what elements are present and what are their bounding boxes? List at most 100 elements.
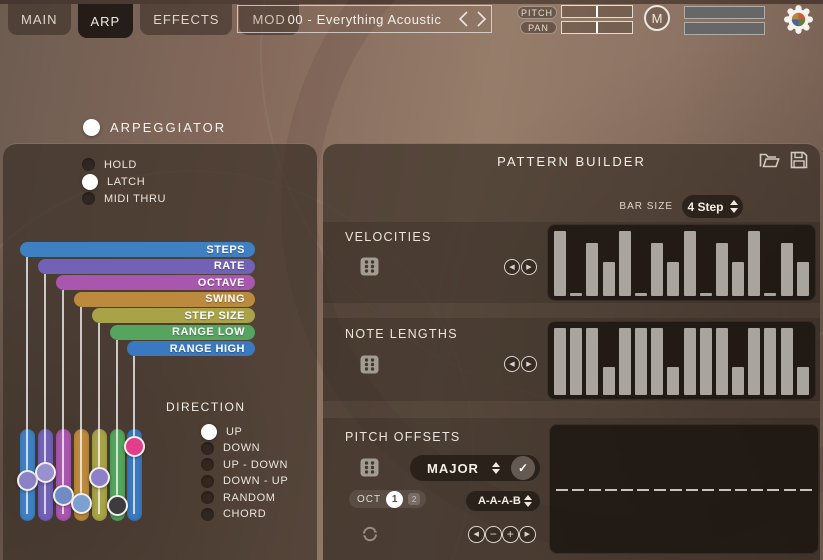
note-lengths-randomize-dice-icon[interactable]: [360, 355, 379, 374]
note-lengths-shift-right-button[interactable]: ▶: [521, 356, 537, 372]
pitch-offset-step[interactable]: [751, 489, 763, 492]
direction-option-down[interactable]: DOWN: [201, 440, 260, 457]
velocity-step[interactable]: [732, 262, 744, 296]
load-pattern-folder-icon[interactable]: [759, 151, 780, 169]
pitch-offset-step[interactable]: [670, 489, 682, 492]
direction-option-down-up[interactable]: DOWN - UP: [201, 473, 288, 490]
param-slider-thumb-rate[interactable]: [35, 462, 56, 483]
pitch-offset-step[interactable]: [767, 489, 779, 492]
direction-radio-down-up[interactable]: [201, 475, 214, 488]
velocity-step[interactable]: [684, 231, 696, 296]
velocities-shift-right-button[interactable]: ▶: [521, 259, 537, 275]
velocity-step[interactable]: [570, 293, 582, 296]
direction-radio-up-down[interactable]: [201, 458, 214, 471]
settings-gear-icon[interactable]: [782, 3, 815, 36]
note-length-step[interactable]: [554, 328, 566, 395]
toggle-latch[interactable]: LATCH: [82, 173, 145, 190]
note-length-step[interactable]: [603, 367, 615, 395]
pitch-offset-step[interactable]: [654, 489, 666, 492]
note-length-step[interactable]: [797, 367, 809, 395]
note-length-step[interactable]: [748, 328, 760, 395]
note-length-step[interactable]: [781, 328, 793, 395]
pitch-offsets-step-graph[interactable]: [550, 425, 818, 553]
param-slider-thumb-step-size[interactable]: [89, 467, 110, 488]
pitch-offset-step[interactable]: [719, 489, 731, 492]
velocity-step[interactable]: [603, 262, 615, 296]
pitch-offset-step[interactable]: [556, 489, 568, 492]
octave-selector[interactable]: OCT 1 2: [349, 490, 426, 508]
preset-next-icon[interactable]: [474, 10, 488, 28]
bar-size-dropdown[interactable]: 4 Step: [682, 195, 743, 218]
velocity-step[interactable]: [554, 231, 566, 296]
oct-option-2[interactable]: 2: [408, 493, 420, 505]
note-length-step[interactable]: [619, 328, 631, 395]
note-length-step[interactable]: [732, 367, 744, 395]
variation-spinner-icon[interactable]: [524, 495, 532, 508]
velocity-step[interactable]: [651, 243, 663, 296]
note-length-step[interactable]: [651, 328, 663, 395]
param-slider-thumb-range-high[interactable]: [124, 436, 145, 457]
note-length-step[interactable]: [716, 328, 728, 395]
note-length-step[interactable]: [764, 328, 776, 395]
pitch-offset-step[interactable]: [621, 489, 633, 492]
note-lengths-shift-left-button[interactable]: ◀: [504, 356, 520, 372]
pitch-offset-step[interactable]: [605, 489, 617, 492]
tab-main[interactable]: MAIN: [8, 4, 71, 35]
direction-radio-down[interactable]: [201, 442, 214, 455]
toggle-hold[interactable]: HOLD: [82, 156, 137, 173]
direction-option-up[interactable]: UP: [201, 423, 242, 440]
toggle-circle-latch[interactable]: [82, 174, 98, 190]
velocities-shift-left-button[interactable]: ◀: [504, 259, 520, 275]
pan-slider-handle[interactable]: [596, 22, 598, 33]
preset-prev-icon[interactable]: [457, 10, 471, 28]
pitch-shift-right-button[interactable]: ▶: [519, 526, 536, 543]
note-length-step[interactable]: [570, 328, 582, 395]
pitch-offset-step[interactable]: [686, 489, 698, 492]
pitch-offset-step[interactable]: [589, 489, 601, 492]
preset-selector[interactable]: 00 - Everything Acoustic: [237, 5, 492, 33]
toggle-midi-thru[interactable]: MIDI THRU: [82, 190, 166, 207]
pitch-offsets-randomize-dice-icon[interactable]: [360, 458, 379, 477]
note-length-step[interactable]: [586, 328, 598, 395]
toggle-circle-midi-thru[interactable]: [82, 192, 95, 205]
pitch-slider-handle[interactable]: [596, 6, 598, 17]
pitch-offset-step[interactable]: [572, 489, 584, 492]
note-length-step[interactable]: [700, 328, 712, 395]
scale-spinner-icon[interactable]: [492, 462, 500, 475]
apply-scale-check-button[interactable]: ✓: [511, 456, 535, 480]
velocity-step[interactable]: [667, 262, 679, 296]
bar-size-spinner-icon[interactable]: [730, 200, 738, 213]
note-length-step[interactable]: [684, 328, 696, 395]
pan-slider[interactable]: [561, 21, 633, 34]
velocity-step[interactable]: [748, 231, 760, 296]
pitch-offset-step[interactable]: [702, 489, 714, 492]
pitch-shift-left-button[interactable]: ◀: [468, 526, 485, 543]
pitch-offset-step[interactable]: [800, 489, 812, 492]
velocity-step[interactable]: [781, 243, 793, 296]
pitch-decrement-button[interactable]: −: [485, 526, 502, 543]
direction-radio-chord[interactable]: [201, 508, 214, 521]
pitch-offset-step[interactable]: [784, 489, 796, 492]
param-slider-thumb-range-low[interactable]: [107, 495, 128, 516]
velocity-step[interactable]: [797, 262, 809, 296]
direction-radio-up[interactable]: [201, 424, 217, 440]
direction-option-random[interactable]: RANDOM: [201, 489, 276, 506]
variation-dropdown[interactable]: A-A-A-B: [466, 491, 540, 511]
pitch-increment-button[interactable]: +: [502, 526, 519, 543]
note-lengths-step-graph[interactable]: [548, 322, 815, 399]
oct-option-1[interactable]: 1: [386, 491, 403, 508]
pitch-offset-step[interactable]: [735, 489, 747, 492]
velocities-step-graph[interactable]: [548, 225, 815, 300]
arpeggiator-toggle-circle[interactable]: [83, 119, 100, 136]
velocity-step[interactable]: [700, 293, 712, 296]
note-length-step[interactable]: [667, 367, 679, 395]
velocity-step[interactable]: [764, 293, 776, 296]
pitch-offset-step[interactable]: [637, 489, 649, 492]
pitch-slider[interactable]: [561, 5, 633, 18]
arpeggiator-toggle[interactable]: ARPEGGIATOR: [83, 119, 226, 136]
velocity-step[interactable]: [716, 243, 728, 296]
velocity-step[interactable]: [586, 243, 598, 296]
tab-arp[interactable]: ARP: [78, 4, 134, 38]
tab-effects[interactable]: EFFECTS: [140, 4, 232, 35]
velocity-step[interactable]: [635, 293, 647, 296]
